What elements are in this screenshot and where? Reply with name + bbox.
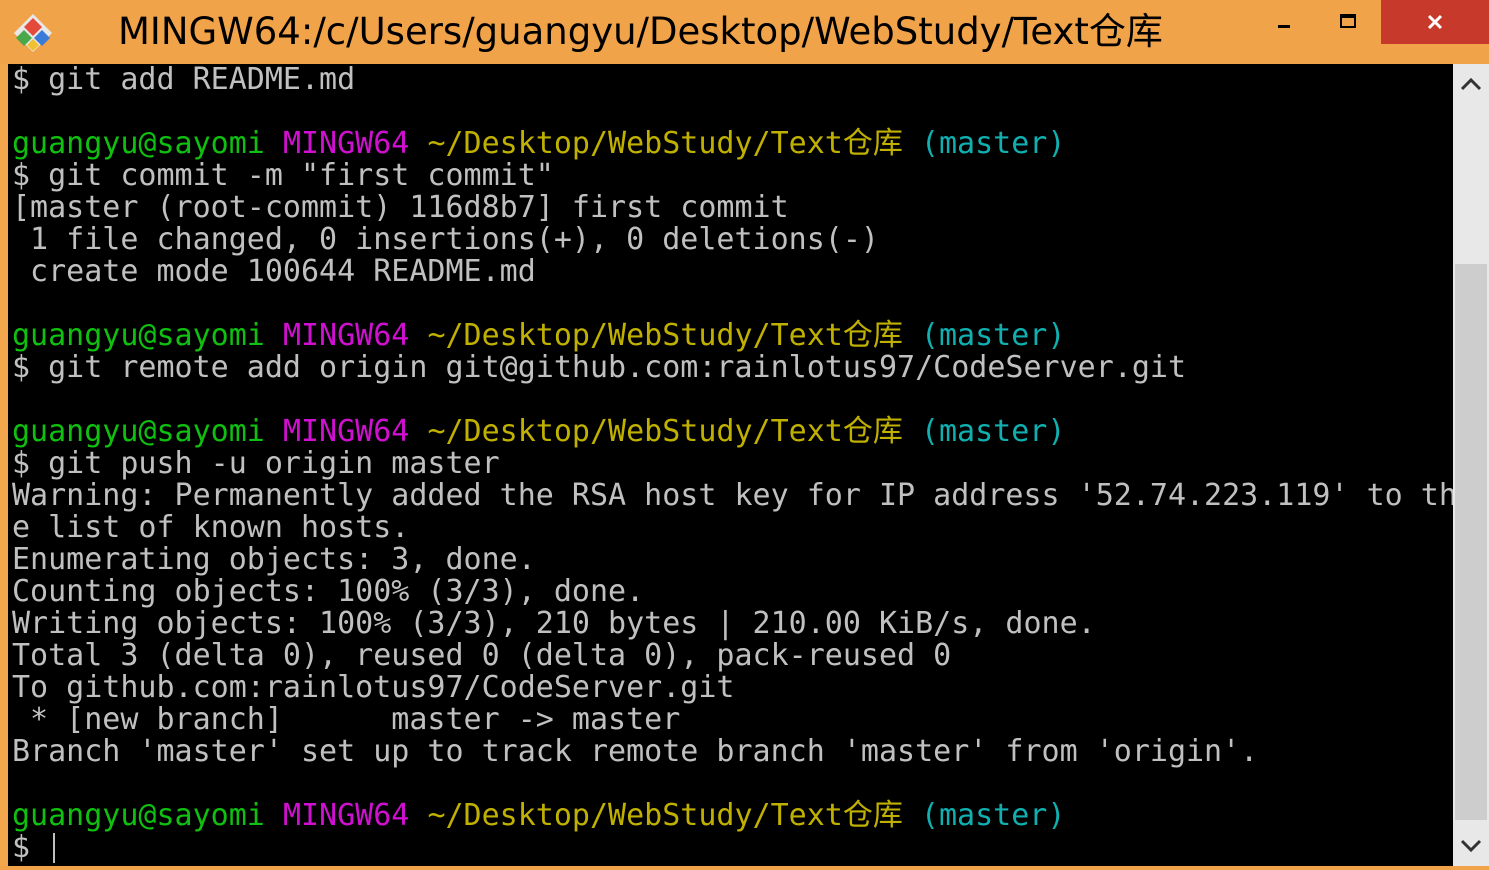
prompt-user: guangyu@sayomi xyxy=(12,798,265,833)
prompt-user: guangyu@sayomi xyxy=(12,126,265,161)
scroll-up-arrow-icon xyxy=(1460,77,1482,91)
terminal-output[interactable]: $ git add README.md guangyu@sayomi MINGW6… xyxy=(8,64,1453,866)
prompt-system: MINGW64 xyxy=(282,126,410,161)
prompt-branch: (master) xyxy=(920,414,1066,449)
window-bottom-border xyxy=(0,866,1489,870)
output-line: 1 file changed, 0 insertions(+), 0 delet… xyxy=(12,222,879,257)
terminal-window: MINGW64:/c/Users/guangyu/Desktop/WebStud… xyxy=(0,0,1489,870)
prompt-branch: (master) xyxy=(920,798,1066,833)
prompt-system: MINGW64 xyxy=(282,798,410,833)
output-line: $ git add README.md xyxy=(12,64,356,97)
minimize-button[interactable] xyxy=(1258,0,1310,44)
output-line: $ git commit -m "first commit" xyxy=(12,158,554,193)
prompt-path: ~/Desktop/WebStudy/Text仓库 xyxy=(427,798,903,833)
scroll-down-button[interactable] xyxy=(1453,826,1489,866)
output-line: [master (root-commit) 116d8b7] first com… xyxy=(12,190,789,225)
prompt-path: ~/Desktop/WebStudy/Text仓库 xyxy=(427,126,903,161)
text-cursor xyxy=(53,833,55,863)
prompt-path: ~/Desktop/WebStudy/Text仓库 xyxy=(427,414,903,449)
scroll-down-arrow-icon xyxy=(1460,839,1482,853)
maximize-button[interactable] xyxy=(1322,0,1374,44)
output-line: $ git remote add origin git@github.com:r… xyxy=(12,350,1186,385)
output-line: Total 3 (delta 0), reused 0 (delta 0), p… xyxy=(12,638,952,673)
prompt-branch: (master) xyxy=(920,126,1066,161)
prompt-path: ~/Desktop/WebStudy/Text仓库 xyxy=(427,318,903,353)
output-line: * [new branch] master -> master xyxy=(12,702,681,737)
close-button[interactable] xyxy=(1381,0,1489,44)
output-line: $ git push -u origin master xyxy=(12,446,500,481)
title-bar[interactable]: MINGW64:/c/Users/guangyu/Desktop/WebStud… xyxy=(0,0,1489,64)
close-icon xyxy=(1427,14,1443,30)
prompt-branch: (master) xyxy=(920,318,1066,353)
window-title: MINGW64:/c/Users/guangyu/Desktop/WebStud… xyxy=(118,10,1163,53)
prompt-system: MINGW64 xyxy=(282,318,410,353)
output-line: Counting objects: 100% (3/3), done. xyxy=(12,574,645,609)
output-line: Writing objects: 100% (3/3), 210 bytes |… xyxy=(12,606,1096,641)
maximize-icon xyxy=(1340,14,1356,28)
minimize-icon xyxy=(1278,25,1290,28)
git-bash-diamond-icon xyxy=(14,14,52,52)
output-line: Warning: Permanently added the RSA host … xyxy=(12,478,1453,513)
prompt-line: guangyu@sayomi MINGW64 ~/Desktop/WebStud… xyxy=(12,320,1065,352)
prompt-system: MINGW64 xyxy=(282,414,410,449)
prompt-user: guangyu@sayomi xyxy=(12,414,265,449)
prompt-line: guangyu@sayomi MINGW64 ~/Desktop/WebStud… xyxy=(12,416,1065,448)
scrollbar-thumb[interactable] xyxy=(1455,264,1487,820)
output-line: Enumerating objects: 3, done. xyxy=(12,542,536,577)
output-line: $ xyxy=(12,830,49,865)
output-line: create mode 100644 README.md xyxy=(12,254,536,289)
output-line: Branch 'master' set up to track remote b… xyxy=(12,734,1259,769)
vertical-scrollbar[interactable] xyxy=(1453,64,1489,866)
scroll-up-button[interactable] xyxy=(1453,64,1489,104)
prompt-user: guangyu@sayomi xyxy=(12,318,265,353)
output-line: To github.com:rainlotus97/CodeServer.git xyxy=(12,670,735,705)
prompt-line: guangyu@sayomi MINGW64 ~/Desktop/WebStud… xyxy=(12,128,1065,160)
prompt-line: guangyu@sayomi MINGW64 ~/Desktop/WebStud… xyxy=(12,800,1065,832)
output-line: e list of known hosts. xyxy=(12,510,410,545)
